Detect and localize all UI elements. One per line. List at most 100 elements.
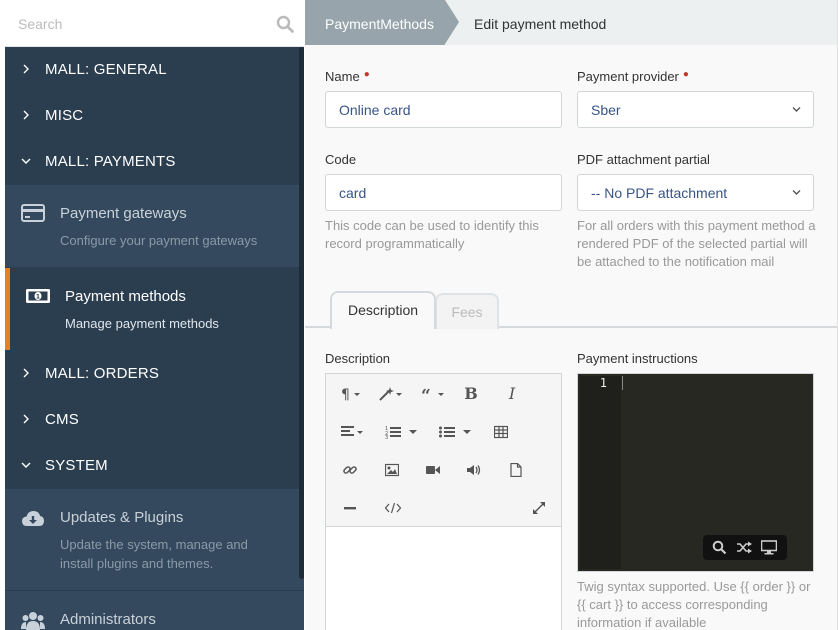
description-label: Description (325, 351, 391, 366)
insert-video-button[interactable] (419, 458, 447, 482)
sidebar-item-description: Update the system, manage and install pl… (60, 537, 248, 571)
italic-button[interactable]: I (498, 382, 526, 406)
svg-text:“: “ (421, 387, 431, 401)
table-icon (494, 425, 508, 439)
pdf-attachment-help-text: For all orders with this payment method … (577, 218, 816, 269)
code-help-text: This code can be used to identify this r… (325, 218, 539, 251)
search-icon[interactable] (276, 15, 294, 33)
quote-button[interactable]: “ (414, 382, 448, 406)
pdf-attachment-select[interactable]: -- No PDF attachment (577, 174, 814, 211)
sidebar-item-title: Payment methods (65, 288, 186, 305)
tab-label: Description (347, 302, 419, 318)
italic-icon: I (508, 384, 516, 403)
menu-group-cms[interactable]: CMS (5, 397, 304, 443)
payment-instructions-help-text: Twig syntax supported. Use {{ order }} o… (577, 579, 811, 630)
tab-fees[interactable]: Fees (435, 293, 499, 329)
menu-group-mall-payments[interactable]: MALL: PAYMENTS (5, 139, 304, 185)
sidebar-item-payment-methods[interactable]: 1 Payment methods Manage payment methods (5, 268, 304, 351)
menu-group-mall-orders[interactable]: MALL: ORDERS (5, 351, 304, 397)
menu-group-label: MALL: ORDERS (45, 365, 160, 382)
text-cursor (622, 376, 623, 390)
breadcrumb-parent-link[interactable]: PaymentMethods (305, 0, 445, 45)
name-label-text: Name (325, 69, 360, 84)
tab-description[interactable]: Description (330, 291, 436, 329)
sidebar-item-updates-plugins[interactable]: Updates & Plugins Update the system, man… (5, 489, 304, 591)
cloud-download-icon (22, 511, 44, 526)
caret-down-icon (463, 430, 471, 434)
payment-provider-select[interactable]: Sber (577, 91, 814, 128)
sidebar-item-description: Manage payment methods (65, 316, 219, 331)
chevron-right-icon (23, 414, 29, 424)
code-label: Code (325, 152, 357, 167)
breadcrumb: PaymentMethods Edit payment method (305, 0, 837, 45)
payment-provider-label-text: Payment provider (577, 69, 679, 84)
chevron-right-icon (23, 64, 29, 74)
line-number: 1 (599, 376, 607, 390)
payment-provider-value: Sber (591, 102, 621, 118)
sidebar-item-description: Configure your payment gateways (60, 233, 258, 248)
chevron-right-icon (23, 110, 29, 120)
menu-group-mall-general[interactable]: MALL: GENERAL (5, 47, 304, 93)
caret-down-icon (409, 430, 417, 434)
image-icon (385, 463, 399, 477)
name-input[interactable]: Online card (325, 91, 562, 128)
payment-instructions-label: Payment instructions (577, 351, 698, 366)
pdf-attachment-label: PDF attachment partial (577, 152, 710, 167)
breadcrumb-separator (445, 0, 459, 44)
ordered-list-button[interactable]: 123 (378, 420, 406, 444)
search-input[interactable] (5, 0, 265, 47)
paragraph-format-button[interactable]: ¶ (334, 382, 364, 406)
sidebar-item-title: Payment gateways (60, 205, 187, 222)
code-icon (385, 502, 401, 514)
shuffle-icon[interactable] (736, 540, 752, 555)
svg-text:1: 1 (36, 294, 40, 301)
name-label: Name ● (325, 69, 370, 84)
chevron-down-icon (21, 158, 31, 164)
unordered-list-icon (439, 426, 455, 438)
editor-content-area[interactable] (326, 528, 561, 630)
quote-icon: “ (421, 387, 444, 401)
align-button[interactable] (334, 420, 366, 444)
main-content: PaymentMethods Edit payment method Name ●… (305, 0, 838, 630)
search-box (5, 0, 304, 47)
chevron-down-icon (21, 462, 31, 468)
credit-card-icon (21, 204, 45, 222)
sidebar-scrollbar[interactable] (299, 47, 304, 579)
paragraph-style-button[interactable] (372, 382, 406, 406)
money-icon: 1 (26, 289, 50, 303)
breadcrumb-current: Edit payment method (474, 16, 607, 32)
expand-icon (533, 502, 545, 514)
code-view-button[interactable] (378, 496, 406, 520)
bold-button[interactable]: B (457, 382, 485, 406)
unordered-list-button[interactable] (432, 420, 460, 444)
sidebar-item-payment-gateways[interactable]: Payment gateways Configure your payment … (5, 185, 304, 268)
sidebar-item-administrators[interactable]: Administrators (5, 591, 304, 630)
required-indicator: ● (682, 69, 689, 80)
menu-group-misc[interactable]: MISC (5, 93, 304, 139)
pdf-attachment-value: -- No PDF attachment (591, 185, 728, 201)
sidebar: MALL: GENERAL MISC MALL: PAYMENTS Paymen… (5, 0, 304, 630)
chevron-right-icon (23, 368, 29, 378)
insert-table-button[interactable] (487, 420, 515, 444)
search-icon[interactable] (712, 540, 727, 555)
ordered-list-dropdown[interactable] (404, 420, 422, 444)
insert-audio-button[interactable] (460, 458, 488, 482)
insert-image-button[interactable] (378, 458, 406, 482)
sidebar-item-title: Updates & Plugins (60, 509, 184, 526)
required-indicator: ● (363, 69, 370, 80)
insert-link-button[interactable] (336, 458, 364, 482)
insert-file-button[interactable] (502, 458, 530, 482)
desktop-icon[interactable] (761, 540, 777, 555)
video-camera-icon (426, 466, 440, 474)
fullscreen-button[interactable] (525, 496, 553, 520)
unordered-list-dropdown[interactable] (458, 420, 476, 444)
chevron-down-icon (792, 190, 801, 195)
menu-group-system[interactable]: SYSTEM (5, 443, 304, 489)
horizontal-rule-button[interactable] (336, 496, 364, 520)
chevron-down-icon (792, 107, 801, 112)
code-input[interactable]: card (325, 174, 562, 211)
payment-instructions-code-editor[interactable]: 1 (577, 373, 814, 572)
ordered-list-icon: 123 (385, 426, 401, 439)
menu-group-label: CMS (45, 411, 79, 428)
menu-group-label: MALL: GENERAL (45, 61, 167, 78)
